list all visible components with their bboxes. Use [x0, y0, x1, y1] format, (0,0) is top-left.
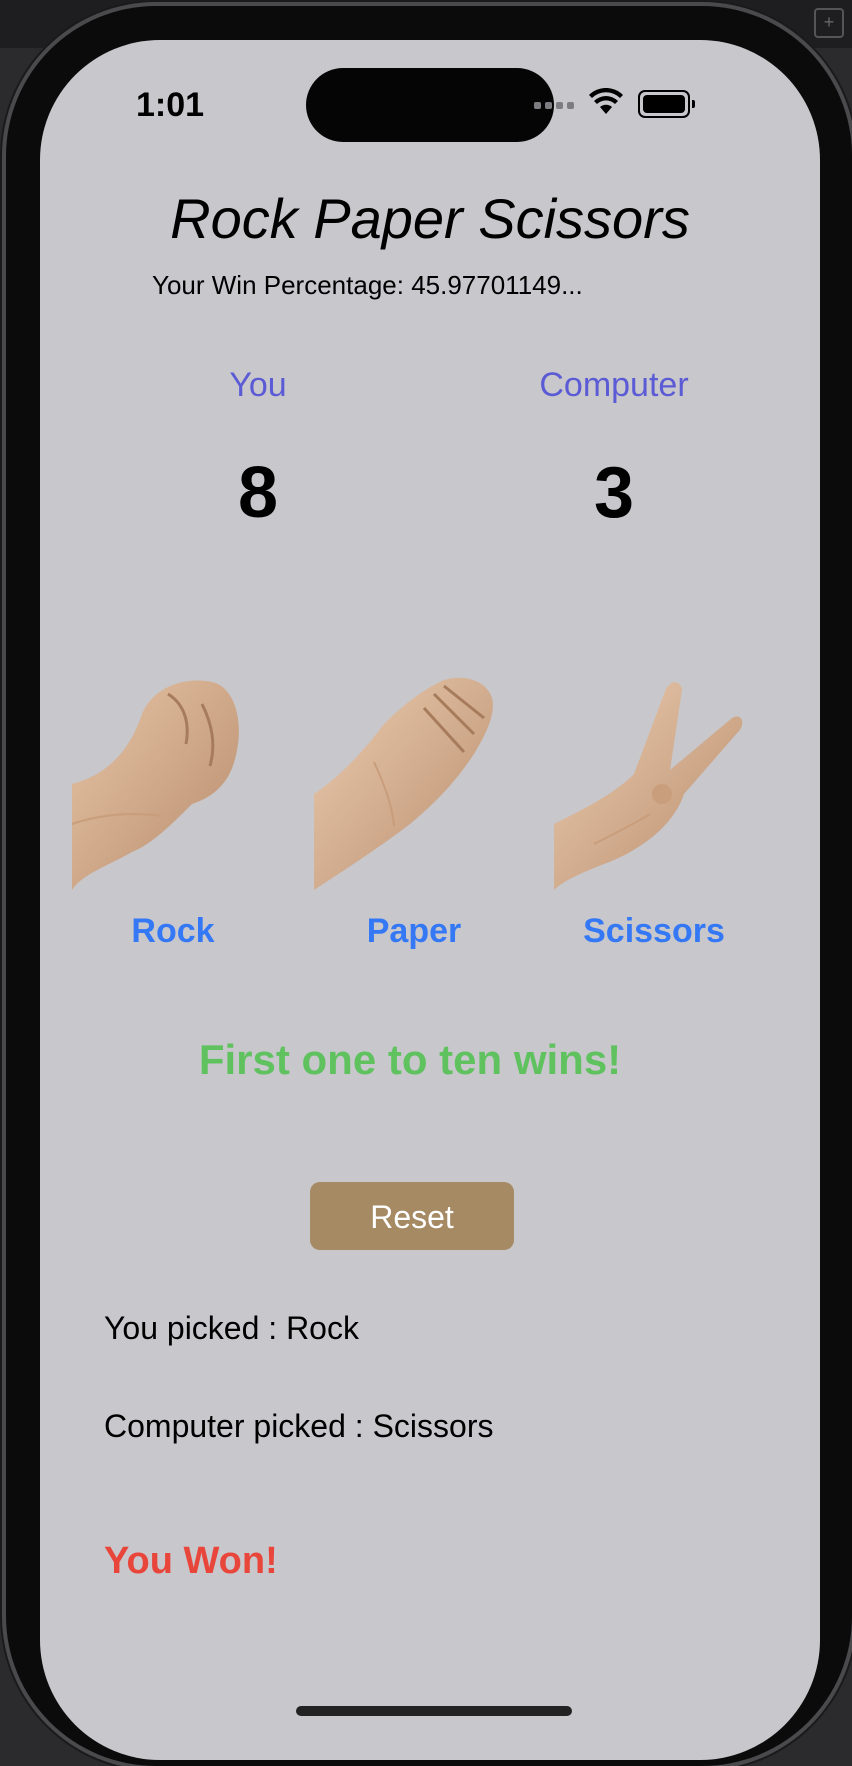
- scissors-hand-icon[interactable]: [554, 674, 744, 890]
- battery-icon: [638, 90, 695, 118]
- result-text: You Won!: [104, 1540, 278, 1582]
- dynamic-island: [306, 68, 554, 142]
- rock-button[interactable]: Rock: [63, 912, 283, 951]
- player-score: 8: [237, 453, 279, 533]
- wifi-icon: [589, 88, 623, 114]
- computer-pick-text: Computer picked : Scissors: [104, 1408, 494, 1444]
- reset-button[interactable]: Reset: [310, 1182, 514, 1250]
- scissors-button[interactable]: Scissors: [544, 912, 764, 951]
- goal-text: First one to ten wins!: [198, 1036, 622, 1083]
- sidebar-toggle-icon[interactable]: +: [814, 8, 844, 38]
- status-time: 1:01: [136, 86, 205, 124]
- win-percentage: Your Win Percentage: 45.97701149...: [152, 270, 583, 300]
- app-title: Rock Paper Scissors: [170, 187, 690, 250]
- home-indicator[interactable]: [296, 1706, 572, 1716]
- paper-hand-icon[interactable]: [314, 674, 504, 890]
- app-screen: 1:01 Rock Paper Scissors Your Win Percen…: [40, 40, 820, 1760]
- phone-frame: 1:01 Rock Paper Scissors Your Win Percen…: [6, 6, 852, 1766]
- player-score-label: You: [229, 366, 287, 404]
- player-pick-text: You picked : Rock: [104, 1310, 359, 1346]
- status-icons: [534, 88, 734, 128]
- computer-score: 3: [593, 453, 635, 533]
- computer-score-label: Computer: [539, 366, 689, 404]
- paper-button[interactable]: Paper: [304, 912, 524, 951]
- cellular-signal-icon: [534, 102, 574, 109]
- rock-hand-icon[interactable]: [72, 674, 262, 890]
